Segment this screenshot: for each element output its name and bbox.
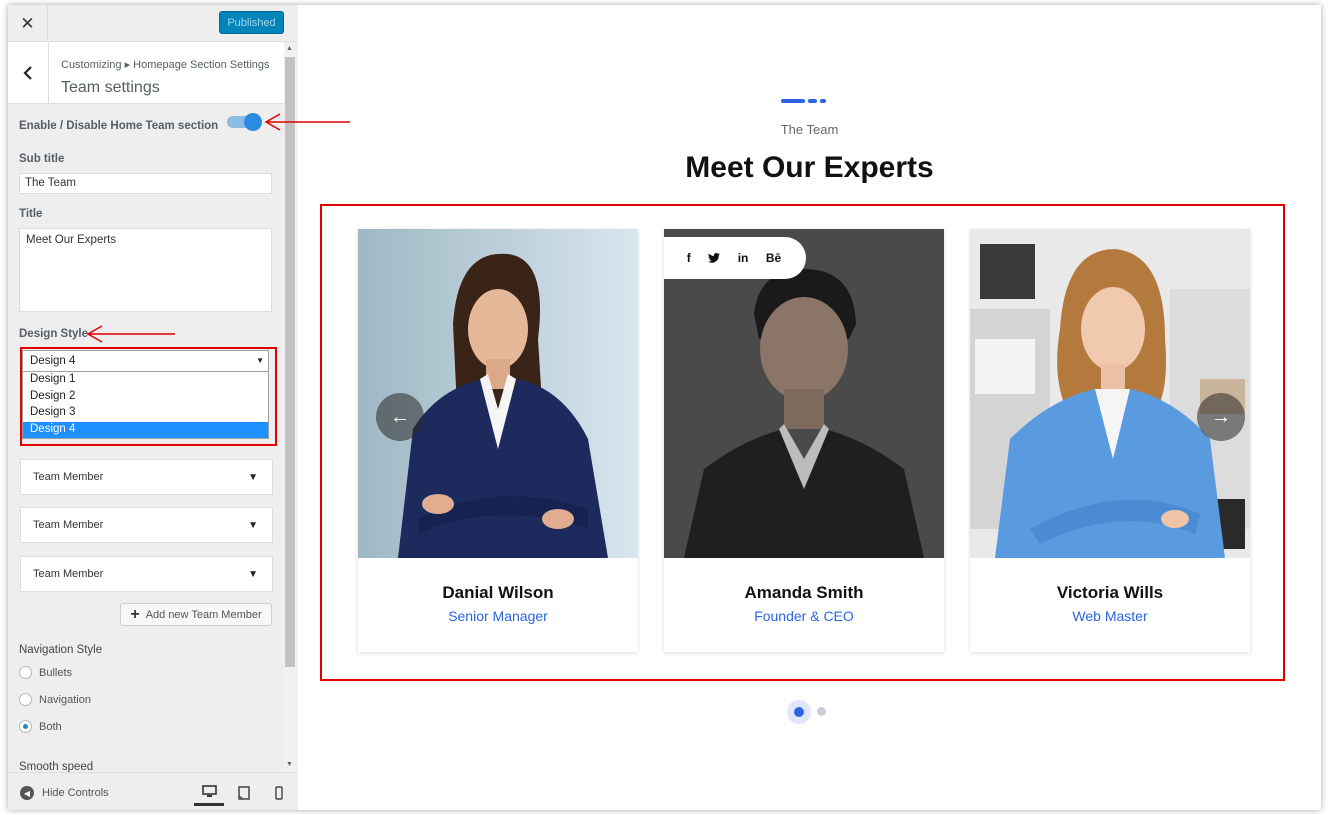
arrow-left-icon: ← bbox=[390, 405, 410, 428]
mobile-icon bbox=[275, 786, 283, 800]
hide-controls-label: Hide Controls bbox=[42, 787, 109, 799]
radio-button[interactable] bbox=[19, 693, 32, 706]
plus-icon: + bbox=[130, 605, 140, 623]
team-member-label: Team Member bbox=[33, 519, 104, 531]
design-option-selected[interactable]: Design 4 bbox=[23, 421, 268, 438]
behance-icon[interactable]: Bē bbox=[766, 251, 781, 265]
nav-option-navigation[interactable]: Navigation bbox=[19, 693, 91, 706]
team-member-label: Team Member bbox=[33, 471, 104, 483]
back-button[interactable] bbox=[8, 42, 49, 104]
design-option[interactable]: Design 2 bbox=[23, 389, 268, 406]
add-team-member-label: Add new Team Member bbox=[145, 608, 262, 621]
team-member-item[interactable]: Team Member ▼ bbox=[20, 459, 273, 495]
member-role[interactable]: Senior Manager bbox=[358, 608, 638, 624]
member-name: Victoria Wills bbox=[1056, 583, 1164, 602]
member-photo: f in Bē bbox=[664, 229, 944, 558]
mobile-preview-button[interactable] bbox=[264, 780, 294, 806]
section-header: Customizing ▸ Homepage Section Settings … bbox=[8, 42, 284, 104]
scroll-up-icon[interactable]: ▲ bbox=[286, 45, 293, 52]
chevron-left-icon bbox=[23, 66, 32, 80]
title-dash-decoration bbox=[808, 99, 817, 103]
chevron-down-icon: ▼ bbox=[248, 569, 258, 580]
close-customizer-button[interactable]: ✕ bbox=[8, 5, 48, 42]
carousel-prev-button[interactable]: ← bbox=[376, 393, 424, 441]
subtitle-label: Sub title bbox=[19, 153, 65, 165]
nav-option-both[interactable]: Both bbox=[19, 720, 62, 733]
team-member-item[interactable]: Team Member ▼ bbox=[20, 556, 273, 592]
nav-option-label: Both bbox=[39, 720, 62, 733]
tablet-icon bbox=[238, 786, 250, 800]
desktop-preview-button[interactable] bbox=[194, 780, 224, 806]
member-name: Amanda Smith bbox=[744, 583, 864, 602]
subtitle-input[interactable]: The Team bbox=[19, 173, 272, 194]
design-option[interactable]: Design 1 bbox=[23, 372, 268, 389]
member-role[interactable]: Web Master bbox=[970, 608, 1250, 624]
customizer-sidebar: ✕ Published Customizing ▸ Homepage Secti… bbox=[8, 5, 297, 810]
title-dash-decoration bbox=[781, 99, 805, 103]
title-label: Title bbox=[19, 208, 43, 220]
publish-button[interactable]: Published bbox=[219, 11, 284, 34]
team-subtitle: The Team bbox=[780, 122, 839, 137]
nav-style-label: Navigation Style bbox=[19, 644, 103, 656]
nav-option-label: Navigation bbox=[39, 693, 91, 706]
desktop-icon bbox=[201, 785, 217, 797]
design-options-list: Design 1 Design 2 Design 3 Design 4 bbox=[22, 371, 269, 439]
member-name: Danial Wilson bbox=[442, 583, 554, 602]
team-member-label: Team Member bbox=[33, 568, 104, 580]
title-textarea[interactable]: Meet Our Experts bbox=[19, 228, 272, 312]
scroll-down-icon[interactable]: ▼ bbox=[286, 761, 293, 768]
chevron-down-icon: ▼ bbox=[256, 356, 264, 365]
design-selected-value: Design 4 bbox=[30, 355, 76, 367]
chevron-down-icon: ▼ bbox=[248, 520, 258, 531]
customizer-footer: ◀ Hide Controls bbox=[8, 772, 297, 810]
team-card[interactable]: f in Bē Amanda Smith Founder & CEO bbox=[664, 229, 944, 652]
design-option[interactable]: Design 3 bbox=[23, 405, 268, 422]
team-member-item[interactable]: Team Member ▼ bbox=[20, 507, 273, 543]
radio-button-checked[interactable] bbox=[19, 720, 32, 733]
enable-team-label: Enable / Disable Home Team section bbox=[19, 120, 219, 132]
chevron-down-icon: ▼ bbox=[248, 472, 258, 483]
design-style-label: Design Style bbox=[19, 328, 89, 340]
carousel-dot[interactable] bbox=[817, 707, 826, 716]
carousel-next-button[interactable]: → bbox=[1197, 393, 1245, 441]
member-photo bbox=[970, 229, 1250, 558]
section-title: Team settings bbox=[61, 79, 160, 96]
team-title: Meet Our Experts bbox=[685, 151, 934, 184]
twitter-icon[interactable] bbox=[708, 253, 721, 263]
nav-option-bullets[interactable]: Bullets bbox=[19, 666, 72, 679]
linkedin-icon[interactable]: in bbox=[738, 251, 749, 265]
title-dash-decoration bbox=[820, 99, 826, 103]
site-preview: The Team Meet Our Experts Danial Wilson … bbox=[298, 5, 1321, 810]
carousel-dot-active-center bbox=[794, 707, 804, 717]
add-team-member-button[interactable]: + Add new Team Member bbox=[120, 603, 272, 626]
collapse-icon: ◀ bbox=[20, 786, 34, 800]
member-role[interactable]: Founder & CEO bbox=[664, 608, 944, 624]
social-links: f in Bē bbox=[664, 237, 806, 279]
breadcrumb: Customizing ▸ Homepage Section Settings bbox=[61, 59, 270, 71]
toggle-knob[interactable] bbox=[244, 113, 262, 131]
team-card[interactable]: Victoria Wills Web Master bbox=[970, 229, 1250, 652]
design-style-select[interactable]: Design 4 ▼ bbox=[22, 350, 269, 372]
scrollbar-thumb[interactable] bbox=[285, 57, 295, 667]
customizer-topbar: ✕ Published bbox=[8, 5, 297, 42]
hide-controls-button[interactable]: ◀ Hide Controls bbox=[20, 786, 109, 800]
facebook-icon[interactable]: f bbox=[687, 251, 691, 265]
nav-option-label: Bullets bbox=[39, 666, 73, 679]
tablet-preview-button[interactable] bbox=[229, 780, 259, 806]
arrow-right-icon: → bbox=[1211, 405, 1231, 428]
radio-button[interactable] bbox=[19, 666, 32, 679]
customizer-window: ✕ Published Customizing ▸ Homepage Secti… bbox=[8, 5, 1321, 810]
